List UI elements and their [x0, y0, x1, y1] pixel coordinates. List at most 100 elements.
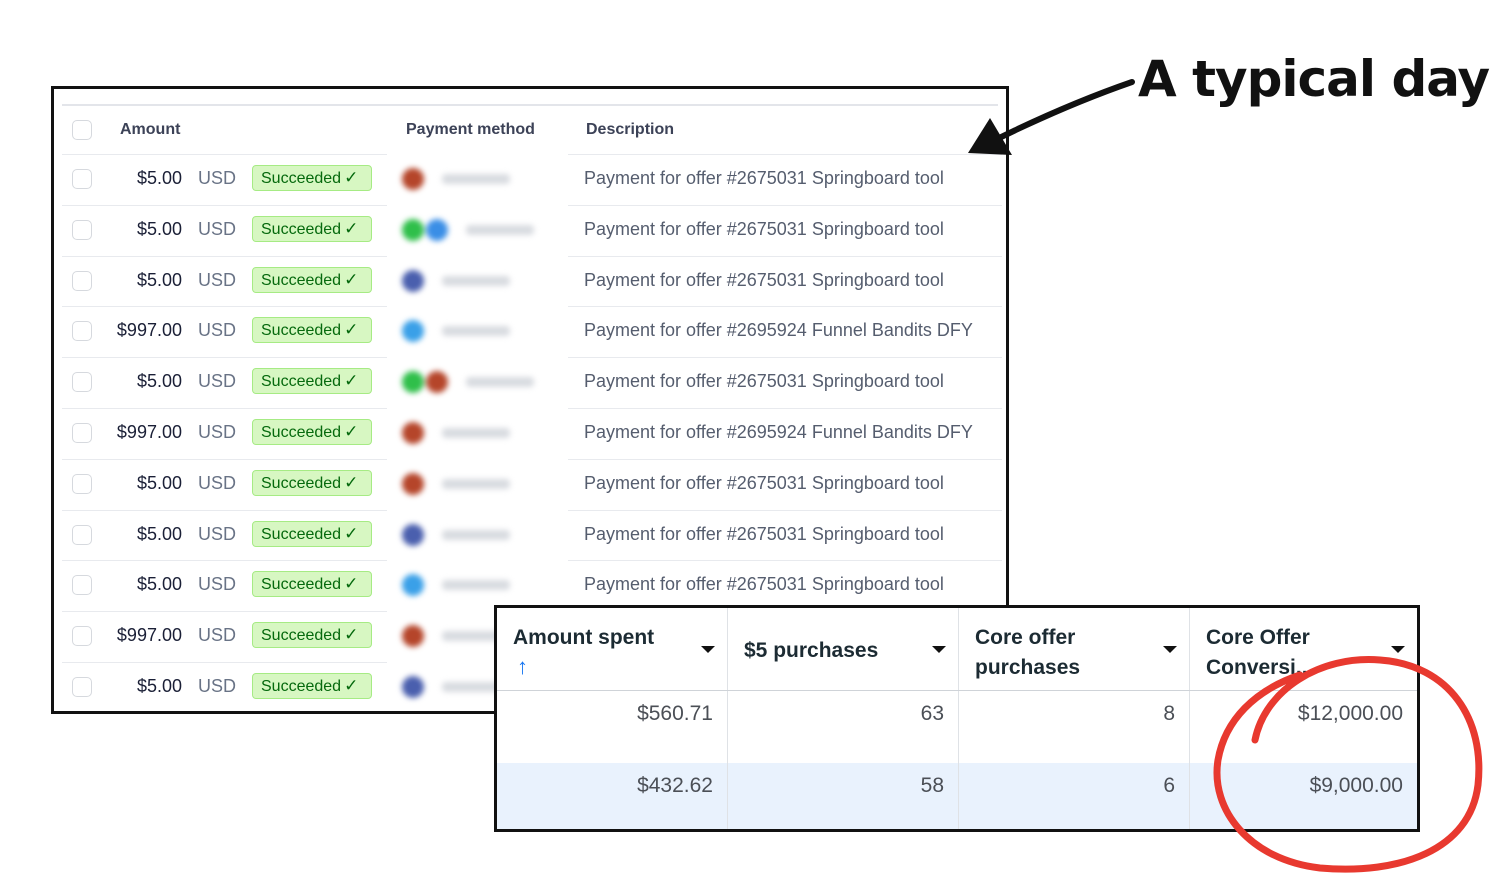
payment-description: Payment for offer #2675031 Springboard t… [584, 574, 944, 595]
row-divider [62, 306, 387, 308]
sort-ascending-icon[interactable]: ↑ [517, 654, 528, 680]
status-badge: Succeeded ✓ [252, 469, 372, 496]
status-badge-label: Succeeded [261, 525, 342, 543]
table-row[interactable]: $5.00 USD Succeeded ✓ Payment for offer #267… [62, 458, 1002, 510]
header-amount[interactable]: Amount [120, 106, 180, 154]
card-brand-icon [402, 523, 424, 546]
cell-core-offer-conversion: $9,000.00 [1309, 774, 1403, 797]
chevron-down-icon[interactable] [932, 646, 946, 653]
card-number-blurred [442, 478, 510, 489]
check-icon: ✓ [344, 218, 359, 238]
table-row[interactable]: $5.00 USD Succeeded ✓ Payment for offer #267… [62, 509, 1002, 561]
payment-description: Payment for offer #2675031 Springboard t… [584, 472, 944, 493]
check-icon: ✓ [344, 421, 359, 441]
table-row[interactable]: $432.62 58 6 $9,000.00 [497, 763, 1417, 829]
header-description[interactable]: Description [586, 106, 674, 154]
card-brand-icon [402, 218, 424, 241]
row-divider [568, 255, 1002, 257]
card-brand-icon [402, 472, 424, 495]
status-badge-label: Succeeded [261, 423, 342, 441]
payment-method-blurred [402, 370, 534, 394]
currency-code: USD [198, 421, 237, 442]
status-badge: Succeeded ✓ [252, 622, 372, 649]
chevron-down-icon[interactable] [1391, 646, 1405, 653]
row-divider [62, 255, 387, 257]
status-badge: Succeeded ✓ [252, 266, 372, 293]
payment-description: Payment for offer #2675031 Springboard t… [584, 523, 944, 544]
row-divider [62, 458, 387, 460]
payment-method-blurred [402, 421, 532, 445]
header-five-purchases-label: $5 purchases [744, 639, 879, 662]
amount-value: $5.00 [136, 472, 182, 493]
payment-description: Payment for offer #2675031 Springboard t… [584, 168, 944, 188]
select-all-checkbox[interactable] [72, 120, 92, 140]
amount-value: $5.00 [136, 168, 182, 188]
card-number-blurred [442, 580, 510, 591]
amount-value: $997.00 [116, 320, 182, 341]
row-divider [568, 306, 1002, 308]
check-icon: ✓ [344, 472, 359, 492]
payment-description: Payment for offer #2675031 Springboard t… [584, 269, 944, 290]
header-five-purchases[interactable]: $5 purchases [728, 608, 959, 690]
row-divider [568, 204, 1002, 206]
table-row[interactable]: $5.00 USD Succeeded ✓ Payment for offer #267… [62, 357, 1002, 408]
status-badge-label: Succeeded [261, 220, 342, 238]
currency-code: USD [198, 320, 237, 341]
chevron-down-icon[interactable] [1163, 646, 1177, 653]
table-row[interactable]: $5.00 USD Succeeded ✓ Payment for offer #267… [62, 255, 1002, 307]
header-core-offer-conversion-line1: Core Offer [1206, 626, 1310, 649]
header-amount-spent-label: Amount spent [513, 626, 655, 649]
payment-method-blurred [402, 319, 532, 343]
header-core-offer-conversion-line2: Conversi... [1206, 656, 1314, 679]
card-brand-icon [402, 269, 424, 292]
table-row[interactable]: $5.00 USD Succeeded ✓ Payment for offer #267… [62, 204, 1002, 256]
payment-description: Payment for offer #2675031 Springboard t… [584, 371, 944, 392]
cell-amount-spent: $432.62 [497, 763, 728, 829]
card-number-blurred [442, 326, 510, 337]
status-badge-label: Succeeded [261, 677, 342, 695]
table-row[interactable]: $5.00 USD Succeeded ✓ Payment for offer #267… [62, 560, 1002, 611]
cell-amount-spent: $560.71 [497, 691, 728, 763]
cell-core-offer-conversion: $12,000.00 [1297, 702, 1403, 725]
check-icon: ✓ [344, 574, 359, 594]
header-core-offer-purchases[interactable]: Core offer purchases [959, 608, 1190, 690]
table-row[interactable]: $560.71 63 8 $12,000.00 [497, 691, 1417, 763]
payment-description: Payment for offer #2695924 Funnel Bandit… [584, 421, 973, 442]
row-divider [568, 154, 1002, 155]
status-badge: Succeeded ✓ [252, 317, 372, 344]
header-amount-spent[interactable]: Amount spent ↑ [497, 608, 728, 690]
chevron-down-icon[interactable] [701, 646, 715, 653]
status-badge: Succeeded ✓ [252, 672, 372, 699]
annotation-label: A typical day [1138, 50, 1490, 108]
cell-core-offer-purchases: 8 [959, 691, 1190, 763]
card-number-blurred [466, 377, 534, 388]
row-divider [62, 509, 387, 511]
status-badge-label: Succeeded [261, 373, 342, 391]
currency-code: USD [198, 269, 237, 290]
amount-value: $997.00 [116, 421, 182, 442]
row-divider [568, 458, 1002, 460]
row-divider [62, 204, 387, 206]
status-badge: Succeeded ✓ [252, 215, 372, 242]
header-payment-method[interactable]: Payment method [406, 106, 535, 154]
check-icon: ✓ [344, 320, 359, 340]
currency-code: USD [198, 523, 237, 544]
check-icon: ✓ [344, 371, 359, 391]
amount-value: $5.00 [136, 574, 182, 595]
check-icon: ✓ [344, 625, 359, 645]
status-badge: Succeeded ✓ [252, 368, 372, 395]
status-badge: Succeeded ✓ [252, 571, 372, 598]
header-core-offer-conversion[interactable]: Core Offer Conversi... [1190, 608, 1417, 690]
table-row[interactable]: $997.00 USD Succeeded ✓ Payment for offer #2… [62, 407, 1002, 459]
table-row[interactable]: $997.00 USD Succeeded ✓ Payment for offer #2… [62, 306, 1002, 357]
payment-method-blurred [402, 269, 532, 293]
table-row[interactable]: $5.00 USD Succeeded ✓ Payment for offer #267… [62, 154, 1002, 205]
currency-code: USD [198, 371, 237, 392]
row-divider [62, 661, 387, 663]
cell-five-purchases: 58 [728, 763, 959, 829]
row-divider [62, 407, 387, 409]
payment-method-blurred [402, 523, 532, 547]
cell-core-offer-purchases: 6 [959, 763, 1190, 829]
row-divider [568, 560, 1002, 562]
status-badge: Succeeded ✓ [252, 520, 372, 547]
